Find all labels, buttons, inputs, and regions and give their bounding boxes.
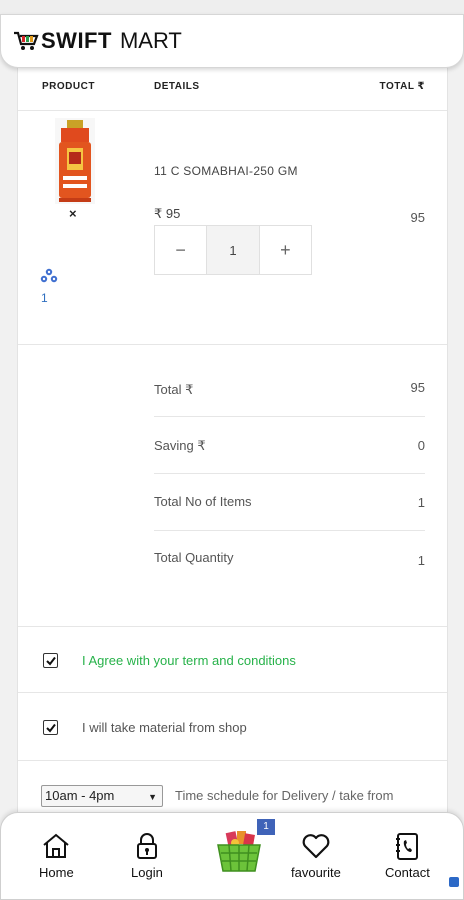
checkmark-icon (45, 723, 56, 733)
quantity-stepper: − 1 + (154, 225, 312, 275)
cart-count-badge: 1 (257, 819, 275, 835)
divider (18, 344, 447, 345)
bottom-navigation: Home Login 1 favourite Contact (0, 812, 464, 900)
decrease-quantity-button[interactable]: − (155, 226, 207, 274)
nav-login-label: Login (131, 865, 163, 880)
pickup-checkbox[interactable] (43, 720, 58, 735)
nav-favourite[interactable]: favourite (291, 831, 341, 880)
divider (154, 416, 425, 417)
cart-basket-icon[interactable] (215, 829, 263, 875)
nav-home-label: Home (39, 865, 74, 880)
product-image[interactable] (55, 118, 95, 204)
summary-saving-value: 0 (417, 438, 425, 453)
nav-contact-label: Contact (385, 865, 430, 880)
brand-name-regular: MART (119, 28, 182, 53)
increase-quantity-button[interactable]: + (259, 226, 311, 274)
summary-total-value: 95 (410, 380, 425, 395)
time-schedule-selected: 10am - 4pm (45, 788, 115, 803)
home-icon (43, 833, 69, 858)
summary-items-value: 1 (417, 495, 425, 510)
share-icon[interactable] (40, 268, 58, 284)
checkmark-icon (45, 656, 56, 666)
col-header-product: PRODUCT (42, 81, 95, 92)
agree-terms-label[interactable]: I Agree with your term and conditions (82, 653, 296, 668)
divider (18, 692, 447, 693)
summary-quantity-label: Total Quantity (154, 550, 234, 565)
contact-book-icon (396, 833, 419, 860)
nav-login[interactable]: Login (131, 831, 163, 880)
summary-saving-label: Saving ₹ (154, 438, 206, 453)
nav-contact[interactable]: Contact (385, 831, 430, 880)
summary-quantity-value: 1 (417, 553, 425, 568)
dropdown-caret-icon: ▼ (148, 792, 157, 802)
nav-favourite-label: favourite (291, 865, 341, 880)
divider (154, 473, 425, 474)
col-header-details: DETAILS (154, 81, 200, 92)
cart-logo-icon (14, 31, 39, 50)
divider (18, 626, 447, 627)
divider (18, 110, 447, 111)
divider (154, 530, 425, 531)
cart-card: PRODUCT DETAILS TOTAL ₹ × 1 11 C SOMABHA… (17, 58, 448, 818)
ad-choices-icon[interactable] (449, 877, 459, 887)
brand-name-bold: SWIFT (41, 28, 112, 53)
quantity-value[interactable]: 1 (206, 226, 260, 274)
nav-home[interactable]: Home (39, 831, 74, 880)
lock-icon (136, 833, 157, 859)
summary-items-label: Total No of Items (154, 494, 252, 509)
heart-icon (302, 834, 330, 859)
product-name: 11 C SOMABHAI-250 GM (154, 164, 298, 178)
product-price: ₹ 95 (154, 206, 181, 221)
agree-checkbox[interactable] (43, 653, 58, 668)
app-header: SWIFT MART (0, 14, 464, 68)
time-schedule-label: Time schedule for Delivery / take from (175, 788, 394, 803)
summary-total-label: Total ₹ (154, 382, 194, 397)
pickup-from-shop-label[interactable]: I will take material from shop (82, 720, 247, 735)
col-header-total: TOTAL ₹ (379, 81, 425, 92)
remove-item-icon[interactable]: × (69, 206, 77, 221)
share-count: 1 (41, 291, 48, 305)
time-schedule-select[interactable]: 10am - 4pm ▼ (41, 785, 163, 807)
divider (18, 760, 447, 761)
brand-logo[interactable]: SWIFT MART (13, 28, 182, 54)
product-line-total: 95 (410, 210, 425, 225)
